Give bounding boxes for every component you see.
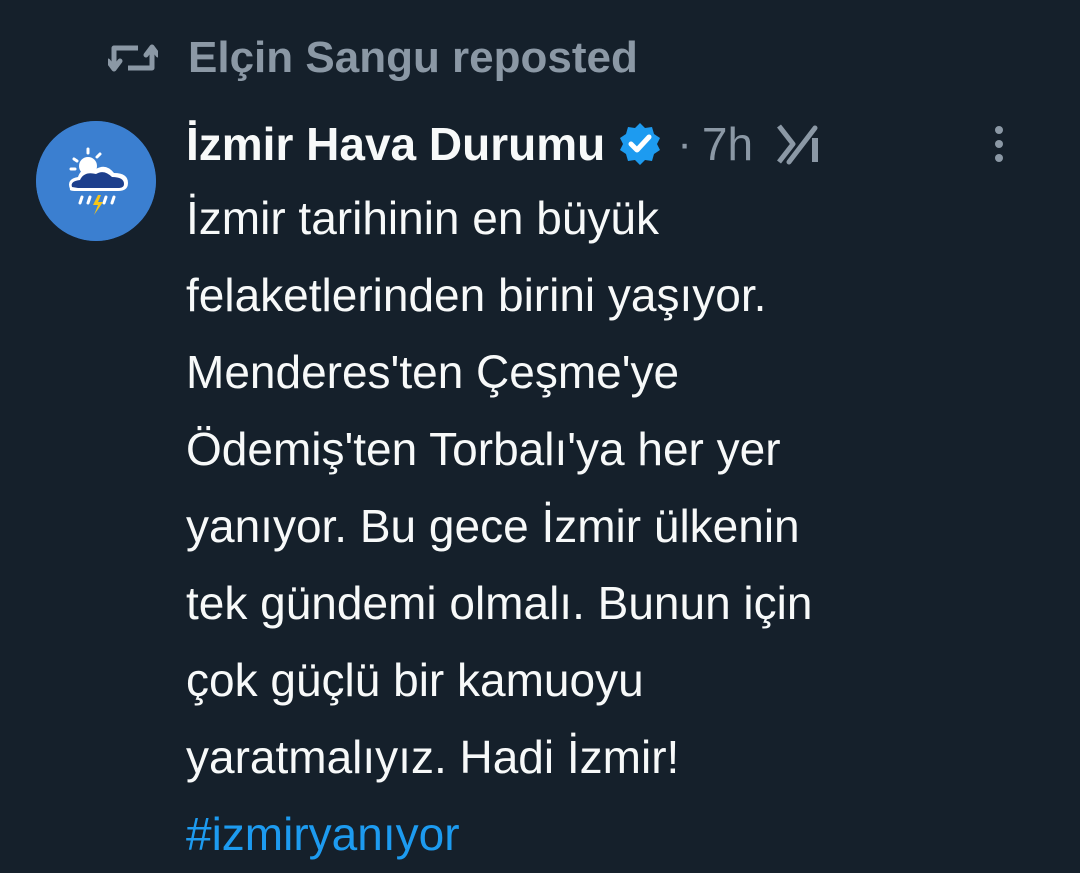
tweet-text: İzmir tarihinin en büyük felaketlerinden…	[186, 180, 1046, 873]
tweet-text-line: tek gündemi olmalı. Bunun için	[186, 577, 813, 629]
tweet-text-line: yaratmalıyız. Hadi İzmir!	[186, 731, 680, 783]
grok-icon[interactable]	[775, 122, 825, 166]
tweet-text-line: çok güçlü bir kamuoyu	[186, 654, 644, 706]
author-name[interactable]: İzmir Hava Durumu	[186, 117, 605, 171]
tweet-text-line: felaketlerinden birini yaşıyor.	[186, 269, 767, 321]
separator-dot: ·	[677, 119, 692, 168]
repost-context[interactable]: Elçin Sangu reposted	[108, 30, 638, 86]
tweet-text-line: İzmir tarihinin en büyük	[186, 192, 659, 244]
tweet-text-line: yanıyor. Bu gece İzmir ülkenin	[186, 500, 800, 552]
more-options-icon[interactable]	[992, 122, 1006, 166]
avatar[interactable]	[36, 121, 156, 241]
tweet-header: İzmir Hava Durumu · 7h	[186, 112, 1046, 176]
hashtag-link[interactable]: #izmiryanıyor	[186, 796, 1046, 873]
weather-cloud-avatar-icon	[36, 121, 156, 241]
timestamp[interactable]: 7h	[702, 117, 753, 171]
repost-label: Elçin Sangu reposted	[188, 33, 638, 82]
repost-icon	[108, 38, 158, 78]
tweet-text-line: Ödemiş'ten Torbalı'ya her yer	[186, 423, 781, 475]
verified-badge-icon[interactable]	[617, 121, 663, 167]
tweet-text-line: Menderes'ten Çeşme'ye	[186, 346, 680, 398]
